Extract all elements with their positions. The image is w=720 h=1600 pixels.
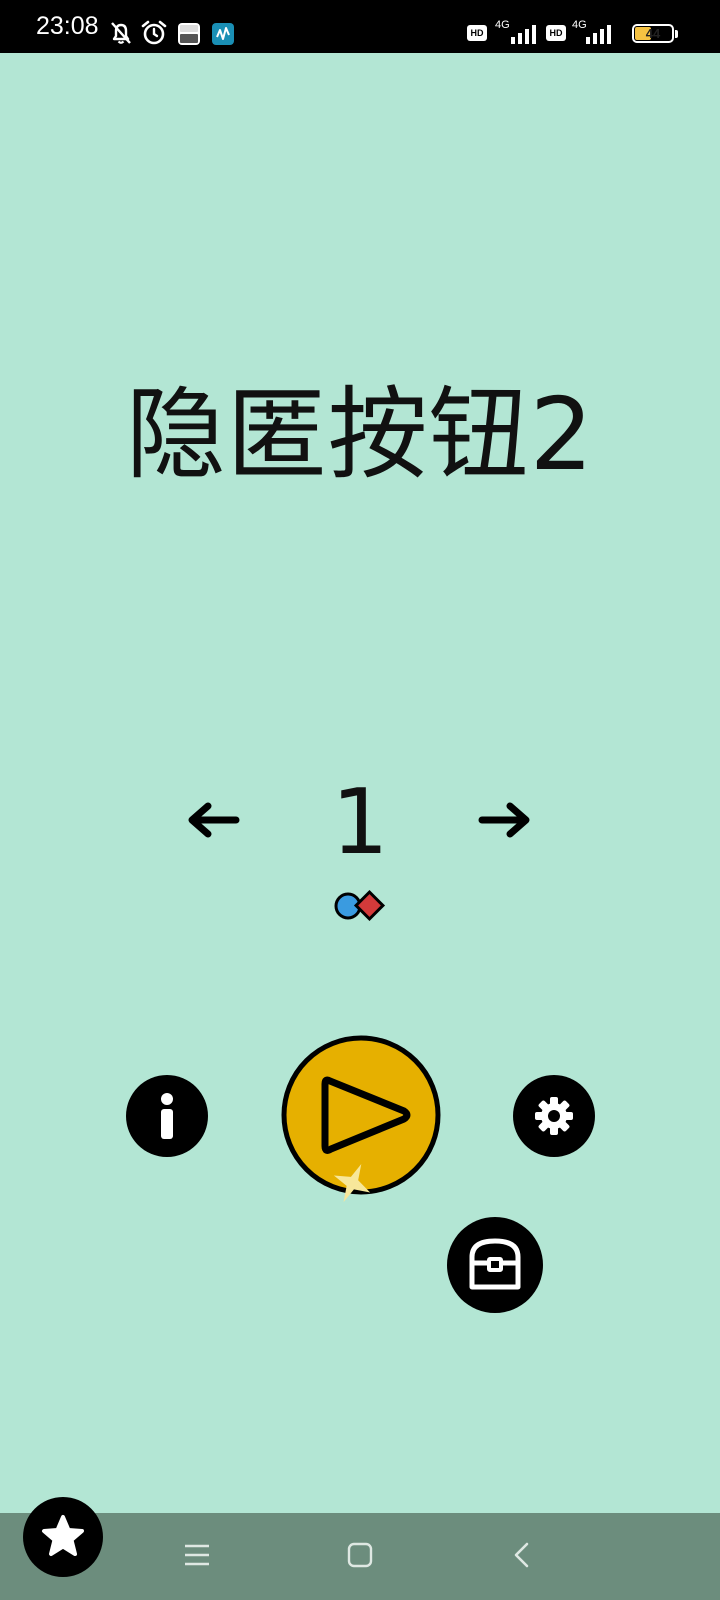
info-icon	[161, 1093, 173, 1139]
back-icon[interactable]	[512, 1541, 532, 1569]
menu-icon[interactable]	[184, 1543, 210, 1567]
signal-icon	[511, 25, 536, 44]
alarm-icon	[141, 20, 167, 45]
navigation-bar	[0, 1513, 720, 1600]
chest-button[interactable]	[447, 1217, 543, 1313]
status-bar: 23:08 HD 4G HD 4G 44	[0, 0, 720, 53]
network-type-1: 4G	[495, 19, 510, 31]
level-shapes-icon	[334, 889, 386, 922]
signal-icon-2	[586, 25, 611, 44]
battery-tip	[675, 30, 678, 38]
status-time: 23:08	[36, 12, 99, 40]
home-icon[interactable]	[347, 1542, 373, 1568]
play-icon	[281, 1035, 441, 1203]
arrow-right-icon[interactable]	[478, 802, 532, 838]
arrow-left-icon[interactable]	[186, 802, 240, 838]
star-icon	[42, 1515, 84, 1556]
app-notification-icon	[178, 23, 200, 45]
level-number: 1	[331, 770, 389, 875]
treasure-chest-icon	[469, 1238, 521, 1290]
settings-button[interactable]	[513, 1075, 595, 1157]
battery-icon: 44	[632, 24, 674, 43]
gear-icon	[535, 1097, 573, 1135]
hd-badge-1: HD	[467, 25, 487, 41]
app-notification-icon-2	[212, 23, 234, 45]
hd-badge-2: HD	[546, 25, 566, 41]
favorite-button[interactable]	[23, 1497, 103, 1577]
game-title: 隐匿按钮2	[125, 376, 595, 493]
bell-off-icon	[111, 22, 131, 44]
play-button[interactable]	[280, 1034, 442, 1204]
battery-level: 44	[645, 26, 661, 41]
info-button[interactable]	[126, 1075, 208, 1157]
